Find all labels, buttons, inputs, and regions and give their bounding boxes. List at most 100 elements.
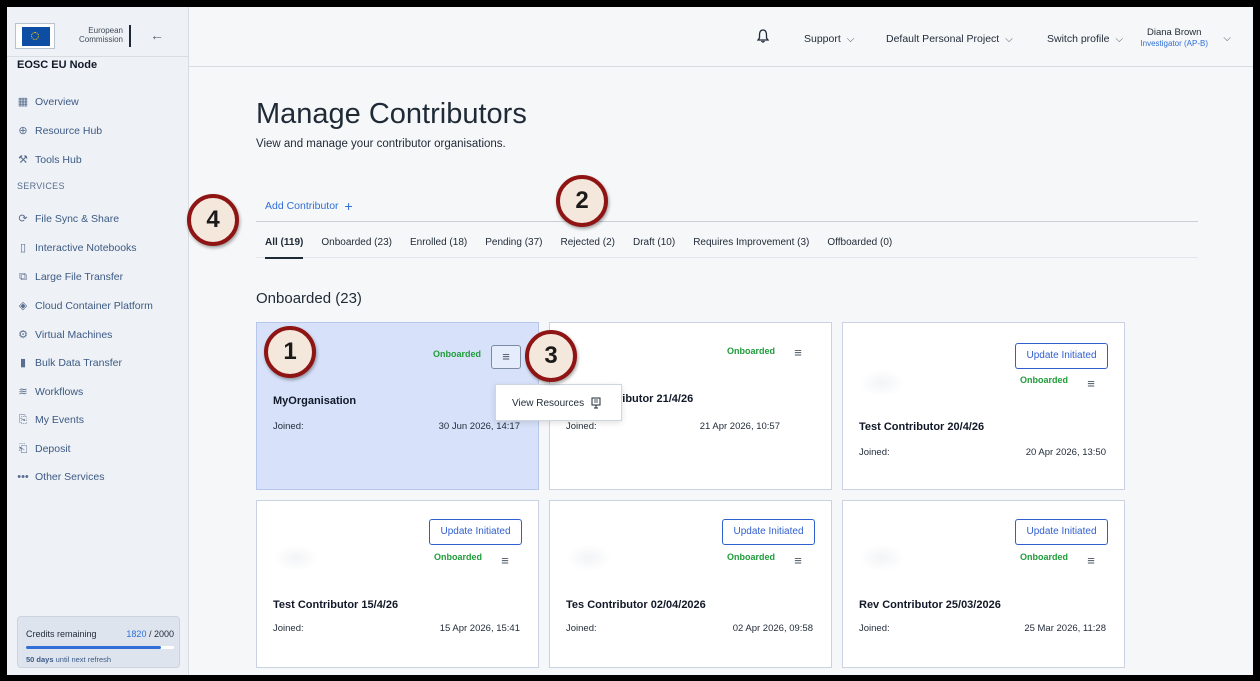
card-title: Test Contributor 20/4/26 (859, 421, 985, 433)
update-initiated-button[interactable]: Update Initiated (429, 519, 522, 545)
page-title: Manage Contributors (256, 98, 527, 130)
view-resources-item[interactable]: View Resources (512, 397, 601, 409)
sidebar-item-label: Tools Hub (35, 154, 82, 166)
joined-label: Joined: (566, 623, 597, 634)
credits-progress-bar (26, 646, 174, 649)
chevron-down-icon[interactable]: ⌵ (1223, 33, 1231, 44)
joined-date: 21 Apr 2026, 10:57 (699, 421, 780, 432)
switch-profile-menu[interactable]: Switch profile ⌵ (1047, 33, 1123, 45)
top-bar: Support ⌵ Default Personal Project ⌵ Switc… (189, 7, 1253, 67)
sidebar-item-label: Deposit (35, 443, 71, 455)
sidebar-item-virtual-machines[interactable]: ⚙ Virtual Machines (17, 327, 112, 343)
sidebar-item-label: Resource Hub (35, 125, 103, 137)
sidebar-item-my-events[interactable]: ⎘ My Events (17, 412, 84, 428)
arrow-left-icon[interactable]: ← (150, 27, 164, 43)
status-tabs: All (119) Onboarded (23) Enrolled (18) P… (256, 236, 1198, 259)
organisation-logo (859, 544, 905, 572)
project-selector[interactable]: Default Personal Project ⌵ (886, 33, 1013, 45)
section-title: Onboarded (23) (256, 290, 362, 307)
tab-all[interactable]: All (119) (256, 236, 312, 259)
chevron-down-icon: ⌵ (846, 34, 855, 45)
view-resources-label: View Resources (512, 397, 585, 409)
tab-draft[interactable]: Draft (10) (624, 236, 684, 258)
page-subtitle: View and manage your contributor organis… (256, 138, 506, 150)
sidebar-item-label: File Sync & Share (35, 213, 120, 225)
annotation-marker-3: 3 (525, 330, 577, 382)
sidebar-item-label: Interactive Notebooks (35, 242, 137, 254)
chevron-down-icon: ⌵ (1005, 34, 1013, 45)
card-title: Rev Contributor 25/03/2026 (859, 599, 1001, 611)
eu-logo (15, 23, 55, 49)
sidebar-item-label: Workflows (35, 386, 84, 398)
sidebar-item-resource-hub[interactable]: ⊕ Resource Hub (17, 123, 102, 139)
tab-enrolled[interactable]: Enrolled (18) (401, 236, 476, 258)
sidebar-item-cloud-container[interactable]: ◈ Cloud Container Platform (17, 298, 153, 314)
annotation-marker-2: 2 (556, 175, 608, 227)
hamburger-menu-icon[interactable]: ≡ (1083, 377, 1099, 391)
divider (256, 221, 1198, 222)
sidebar-item-label: Overview (35, 96, 79, 108)
contributor-card[interactable]: Update Initiated Onboarded ≡ Test Contri… (842, 322, 1125, 490)
sidebar-item-overview[interactable]: ▦ Overview (17, 94, 79, 110)
sidebar-item-file-sync[interactable]: ⟳ File Sync & Share (17, 211, 119, 227)
sidebar-item-label: Large File Transfer (35, 271, 124, 283)
sidebar-item-notebooks[interactable]: ▯ Interactive Notebooks (17, 240, 137, 256)
sidebar-item-label: Virtual Machines (35, 329, 113, 341)
workflow-icon: ≋ (18, 386, 28, 398)
document-icon (591, 397, 601, 409)
card-title: Test Contributor 15/4/26 (273, 599, 399, 611)
sidebar-item-label: My Events (35, 414, 85, 426)
user-menu[interactable]: Diana Brown Investigator (AP-B) (1140, 27, 1208, 49)
tab-pending[interactable]: Pending (37) (476, 236, 551, 258)
sidebar-item-workflows[interactable]: ≋ Workflows (17, 384, 83, 400)
tab-onboarded[interactable]: Onboarded (23) (312, 236, 401, 258)
status-badge: Onboarded (1020, 552, 1069, 562)
brand-text: European Commission (71, 26, 123, 44)
events-icon: ⎘ (18, 414, 28, 426)
app-window: European Commission ← EOSC EU Node ▦ Ove… (7, 7, 1253, 675)
joined-date: 20 Apr 2026, 13:50 (1025, 447, 1106, 458)
organisation-logo (566, 544, 612, 572)
user-role: Investigator (AP-B) (1140, 39, 1208, 48)
sidebar-item-bulk-data-transfer[interactable]: ▮ Bulk Data Transfer (17, 355, 122, 371)
grid-icon: ▦ (17, 96, 29, 108)
support-menu[interactable]: Support ⌵ (804, 33, 854, 45)
credits-days: 50 days (26, 655, 54, 664)
sidebar-item-label: Bulk Data Transfer (35, 357, 122, 369)
contributor-card[interactable]: Update Initiated Onboarded ≡ Test Contri… (256, 500, 539, 668)
add-contributor-button[interactable]: Add Contributor + (265, 198, 353, 214)
sidebar: European Commission ← EOSC EU Node ▦ Ove… (7, 7, 189, 675)
annotation-marker-1: 1 (264, 326, 316, 378)
contributor-card[interactable]: Update Initiated Onboarded ≡ Rev Contrib… (842, 500, 1125, 668)
update-initiated-button[interactable]: Update Initiated (1015, 343, 1108, 369)
hamburger-menu-icon[interactable]: ≡ (790, 346, 806, 360)
joined-label: Joined: (859, 447, 890, 458)
credits-note-text: until next refresh (55, 655, 112, 664)
hamburger-menu-icon[interactable]: ≡ (491, 345, 521, 369)
add-contributor-label: Add Contributor (265, 200, 339, 212)
hamburger-menu-icon[interactable]: ≡ (790, 554, 806, 568)
credits-value-group: 1820 / 2000 (126, 629, 174, 639)
tab-offboarded[interactable]: Offboarded (0) (818, 236, 901, 258)
joined-label: Joined: (273, 421, 304, 432)
sidebar-item-tools-hub[interactable]: ⚒ Tools Hub (17, 152, 82, 168)
globe-icon: ⊕ (18, 125, 28, 137)
contributor-card[interactable]: Update Initiated Onboarded ≡ Tes Contrib… (549, 500, 832, 668)
sidebar-item-other-services[interactable]: ••• Other Services (17, 469, 104, 485)
status-badge: Onboarded (434, 552, 483, 562)
hamburger-menu-icon[interactable]: ≡ (1083, 554, 1099, 568)
update-initiated-button[interactable]: Update Initiated (722, 519, 815, 545)
tab-rejected[interactable]: Rejected (2) (552, 236, 624, 258)
annotation-marker-4: 4 (187, 194, 239, 246)
sidebar-item-large-file-transfer[interactable]: ⧉ Large File Transfer (17, 269, 123, 285)
card-action-menu: View Resources (495, 384, 622, 421)
bell-icon[interactable] (757, 29, 769, 43)
update-initiated-button[interactable]: Update Initiated (1015, 519, 1108, 545)
tab-requires-improvement[interactable]: Requires Improvement (3) (684, 236, 818, 258)
sidebar-item-label: Cloud Container Platform (35, 300, 153, 312)
card-title: MyOrganisation (273, 395, 357, 407)
sidebar-item-deposit[interactable]: ⎗ Deposit (17, 441, 71, 457)
credits-label: Credits remaining (26, 629, 97, 639)
hamburger-menu-icon[interactable]: ≡ (497, 554, 513, 568)
brand-header: European Commission ← (7, 7, 189, 57)
